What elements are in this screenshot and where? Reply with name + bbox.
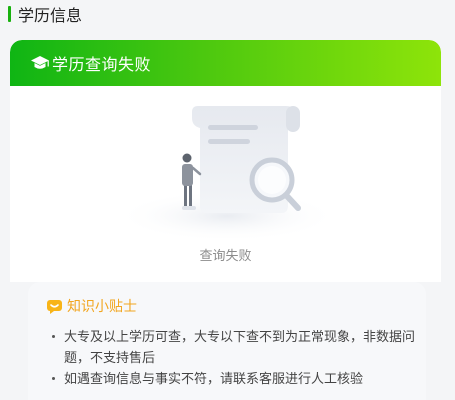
tips-list: 大专及以上学历可查，大专以下查不到为正常现象，非数据问题，不支持售后 如遇查询信… bbox=[50, 326, 418, 389]
query-failed-illustration bbox=[115, 106, 339, 238]
chat-bubble-icon bbox=[47, 299, 62, 314]
tips-title: 知识小贴士 bbox=[67, 298, 137, 314]
tips-item: 如遇查询信息与事实不符，请联系客服进行人工核验 bbox=[50, 368, 418, 389]
education-query-card: 学历查询失败 查询失败 bbox=[10, 40, 441, 282]
tips-panel: 知识小贴士 大专及以上学历可查，大专以下查不到为正常现象，非数据问题，不支持售后… bbox=[28, 282, 426, 400]
card-header: 学历查询失败 bbox=[10, 40, 441, 86]
card-header-title: 学历查询失败 bbox=[52, 57, 152, 74]
query-status-text: 查询失败 bbox=[199, 248, 252, 263]
section-header: 学历信息 bbox=[8, 3, 82, 25]
section-title: 学历信息 bbox=[18, 8, 83, 25]
tips-header: 知识小贴士 bbox=[46, 296, 137, 316]
tips-item: 大专及以上学历可查，大专以下查不到为正常现象，非数据问题，不支持售后 bbox=[50, 326, 418, 368]
section-accent-bar bbox=[8, 6, 11, 22]
graduation-cap-icon bbox=[31, 56, 49, 69]
